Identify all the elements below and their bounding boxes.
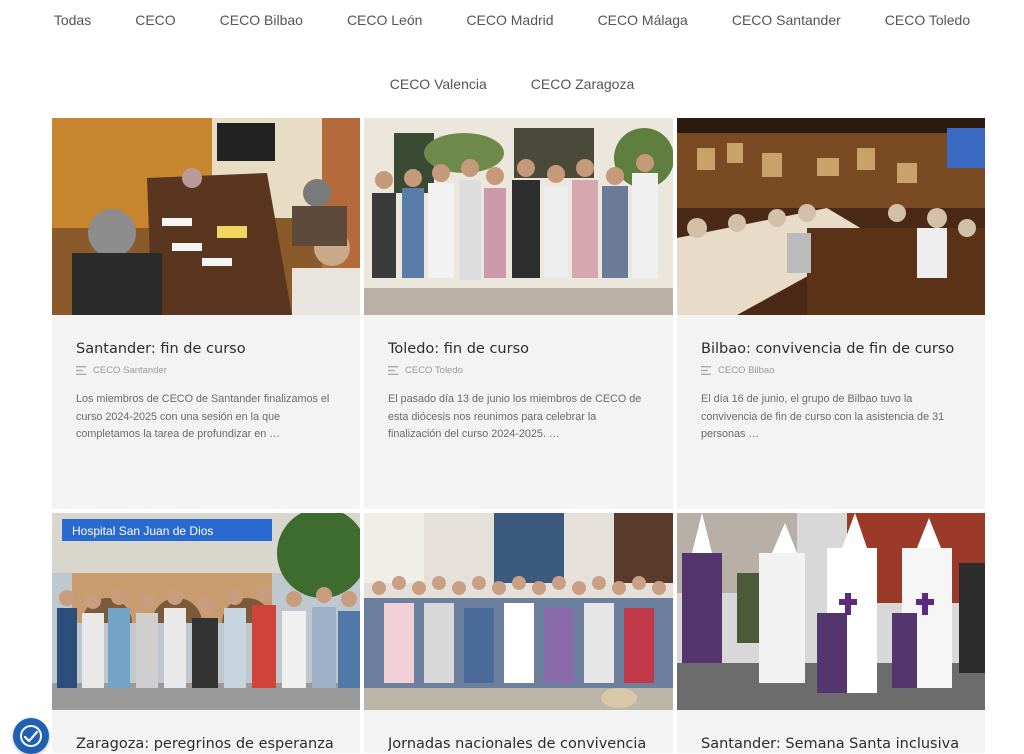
- category-icon: [701, 365, 711, 375]
- filter-ceco-toledo[interactable]: CECO Toledo: [863, 10, 992, 30]
- post-title[interactable]: Zaragoza: peregrinos de esperanza en: [76, 734, 336, 753]
- filter-ceco-bilbao[interactable]: CECO Bilbao: [198, 10, 325, 30]
- accessibility-icon: [20, 725, 42, 747]
- post-category[interactable]: CECO Santander: [93, 365, 167, 376]
- post-image-church[interactable]: [364, 513, 673, 710]
- filter-ceco-madrid[interactable]: CECO Madrid: [444, 10, 575, 30]
- post-excerpt: El pasado día 13 de junio los miembros d…: [388, 393, 642, 440]
- category-icon: [388, 365, 398, 375]
- filter-row-1: Todas CECO CECO Bilbao CECO León CECO Ma…: [0, 10, 1024, 30]
- post-category[interactable]: CECO Bilbao: [718, 365, 775, 376]
- post-meta: CECO Santander: [76, 363, 336, 377]
- post-image-procession[interactable]: [677, 513, 985, 710]
- post-card[interactable]: Santander: Semana Santa inclusiva en: [677, 513, 985, 753]
- post-meta: CECO Toledo: [388, 363, 649, 377]
- hospital-sign-text: Hospital San Juan de Dios: [72, 524, 213, 538]
- post-card[interactable]: Jornadas nacionales de convivencia en: [364, 513, 673, 753]
- post-card[interactable]: Toledo: fin de curso CECO Toledo El pasa…: [364, 118, 673, 509]
- post-title[interactable]: Santander: fin de curso: [76, 339, 336, 359]
- post-category[interactable]: CECO Toledo: [405, 365, 463, 376]
- post-meta: CECO Bilbao: [701, 363, 961, 377]
- post-image-meeting[interactable]: [52, 118, 360, 315]
- post-excerpt: Los miembros de CECO de Santander finali…: [76, 393, 330, 440]
- filter-ceco[interactable]: CECO: [113, 10, 197, 30]
- filter-ceco-zaragoza[interactable]: CECO Zaragoza: [509, 74, 656, 94]
- filter-all[interactable]: Todas: [32, 10, 113, 30]
- post-excerpt: El día 16 de junio, el grupo de Bilbao t…: [701, 393, 945, 440]
- post-image-restaurant[interactable]: [677, 118, 985, 315]
- filter-ceco-valencia[interactable]: CECO Valencia: [368, 74, 509, 94]
- post-card[interactable]: Bilbao: convivencia de fin de curso CECO…: [677, 118, 985, 509]
- posts-grid: Santander: fin de curso CECO Santander L…: [52, 118, 985, 753]
- post-card[interactable]: Santander: fin de curso CECO Santander L…: [52, 118, 360, 509]
- post-title[interactable]: Santander: Semana Santa inclusiva en: [701, 734, 961, 753]
- post-title[interactable]: Toledo: fin de curso: [388, 339, 649, 359]
- filter-row-2: CECO Valencia CECO Zaragoza: [0, 74, 1024, 94]
- filter-ceco-malaga[interactable]: CECO Málaga: [576, 10, 710, 30]
- post-title[interactable]: Jornadas nacionales de convivencia en: [388, 734, 649, 753]
- category-icon: [76, 365, 86, 375]
- post-image-courtyard[interactable]: [364, 118, 673, 315]
- accessibility-button[interactable]: [13, 718, 49, 754]
- post-card[interactable]: Hospital San Juan de Dios Zaragoza: pere…: [52, 513, 360, 753]
- filter-ceco-leon[interactable]: CECO León: [325, 10, 444, 30]
- filter-ceco-santander[interactable]: CECO Santander: [710, 10, 863, 30]
- post-title[interactable]: Bilbao: convivencia de fin de curso: [701, 339, 961, 359]
- post-image-hospital[interactable]: Hospital San Juan de Dios: [52, 513, 360, 710]
